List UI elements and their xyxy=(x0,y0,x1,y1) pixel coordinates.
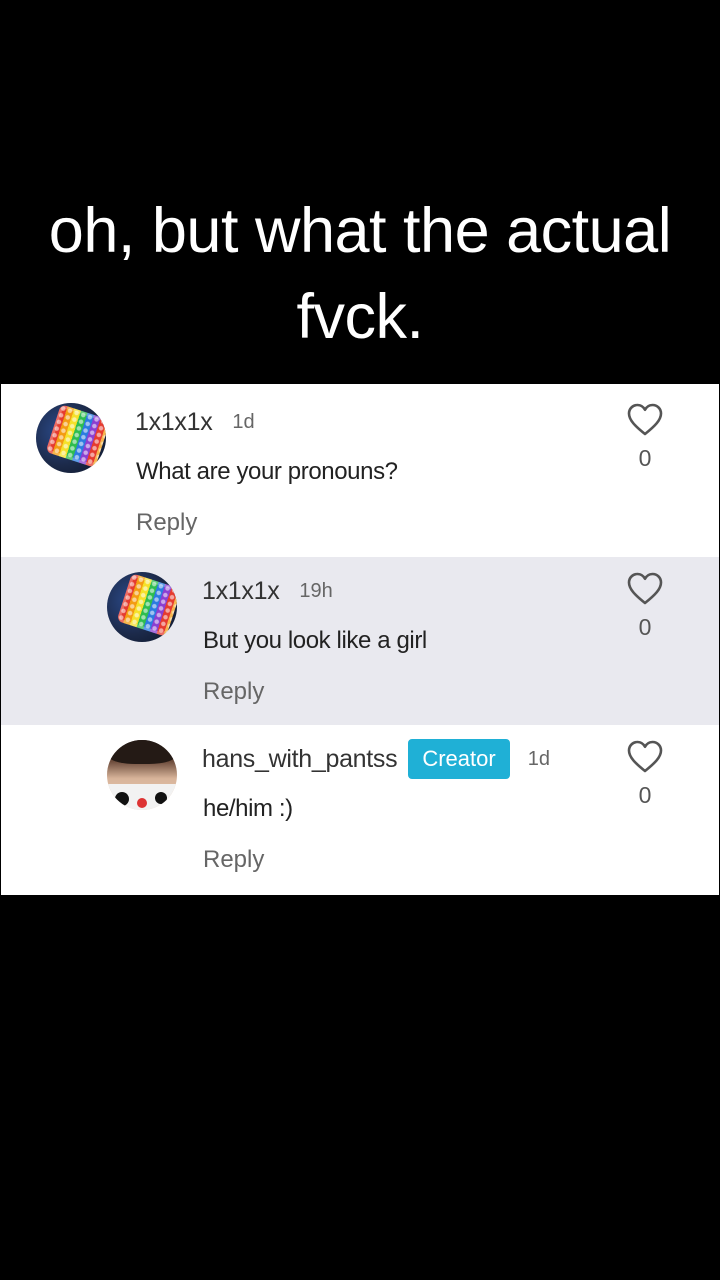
heart-outline-icon[interactable] xyxy=(627,403,663,437)
like-control[interactable]: 0 xyxy=(627,740,663,809)
heart-outline-icon[interactable] xyxy=(627,740,663,774)
comment-text: But you look like a girl xyxy=(203,627,427,654)
like-count: 0 xyxy=(638,614,652,640)
username[interactable]: 1x1x1x xyxy=(202,577,280,606)
reply-comment-item: 1x1x1x 19h But you look like a girl Repl… xyxy=(1,557,719,725)
reply-button[interactable]: Reply xyxy=(203,678,264,706)
avatar[interactable] xyxy=(36,403,106,473)
reply-comment-item: hans_with_pantss Creator 1d he/him :) Re… xyxy=(1,725,719,895)
like-count: 0 xyxy=(638,782,652,808)
comment-time: 1d xyxy=(232,411,255,433)
comment-meta: 1x1x1x 1d xyxy=(135,408,255,437)
like-control[interactable]: 0 xyxy=(627,572,663,641)
avatar[interactable] xyxy=(107,572,177,642)
overlay-caption: oh, but what the actual fvck. xyxy=(0,188,720,360)
video-frame: oh, but what the actual fvck. 1x1x1x 1d … xyxy=(0,0,720,1280)
heart-outline-icon[interactable] xyxy=(627,572,663,606)
comment-thread-screenshot: 1x1x1x 1d What are your pronouns? Reply … xyxy=(1,384,719,895)
reply-button[interactable]: Reply xyxy=(136,509,197,537)
avatar[interactable] xyxy=(107,740,177,810)
comment-time: 1d xyxy=(527,747,550,770)
reply-button[interactable]: Reply xyxy=(203,846,264,874)
like-count: 0 xyxy=(638,445,652,471)
comment-text: What are your pronouns? xyxy=(136,458,398,485)
comment-meta: 1x1x1x 19h xyxy=(202,577,333,606)
like-control[interactable]: 0 xyxy=(627,403,663,472)
caption-line-1: oh, but what the actual xyxy=(48,196,672,266)
comment-meta: hans_with_pantss Creator 1d xyxy=(202,739,550,779)
username[interactable]: 1x1x1x xyxy=(135,408,213,437)
username[interactable]: hans_with_pantss xyxy=(202,745,398,774)
creator-badge: Creator xyxy=(408,739,510,779)
comment-time: 19h xyxy=(299,580,333,602)
comment-text: he/him :) xyxy=(203,795,293,822)
comment-item: 1x1x1x 1d What are your pronouns? Reply … xyxy=(1,384,719,557)
caption-line-2: fvck. xyxy=(296,282,424,352)
